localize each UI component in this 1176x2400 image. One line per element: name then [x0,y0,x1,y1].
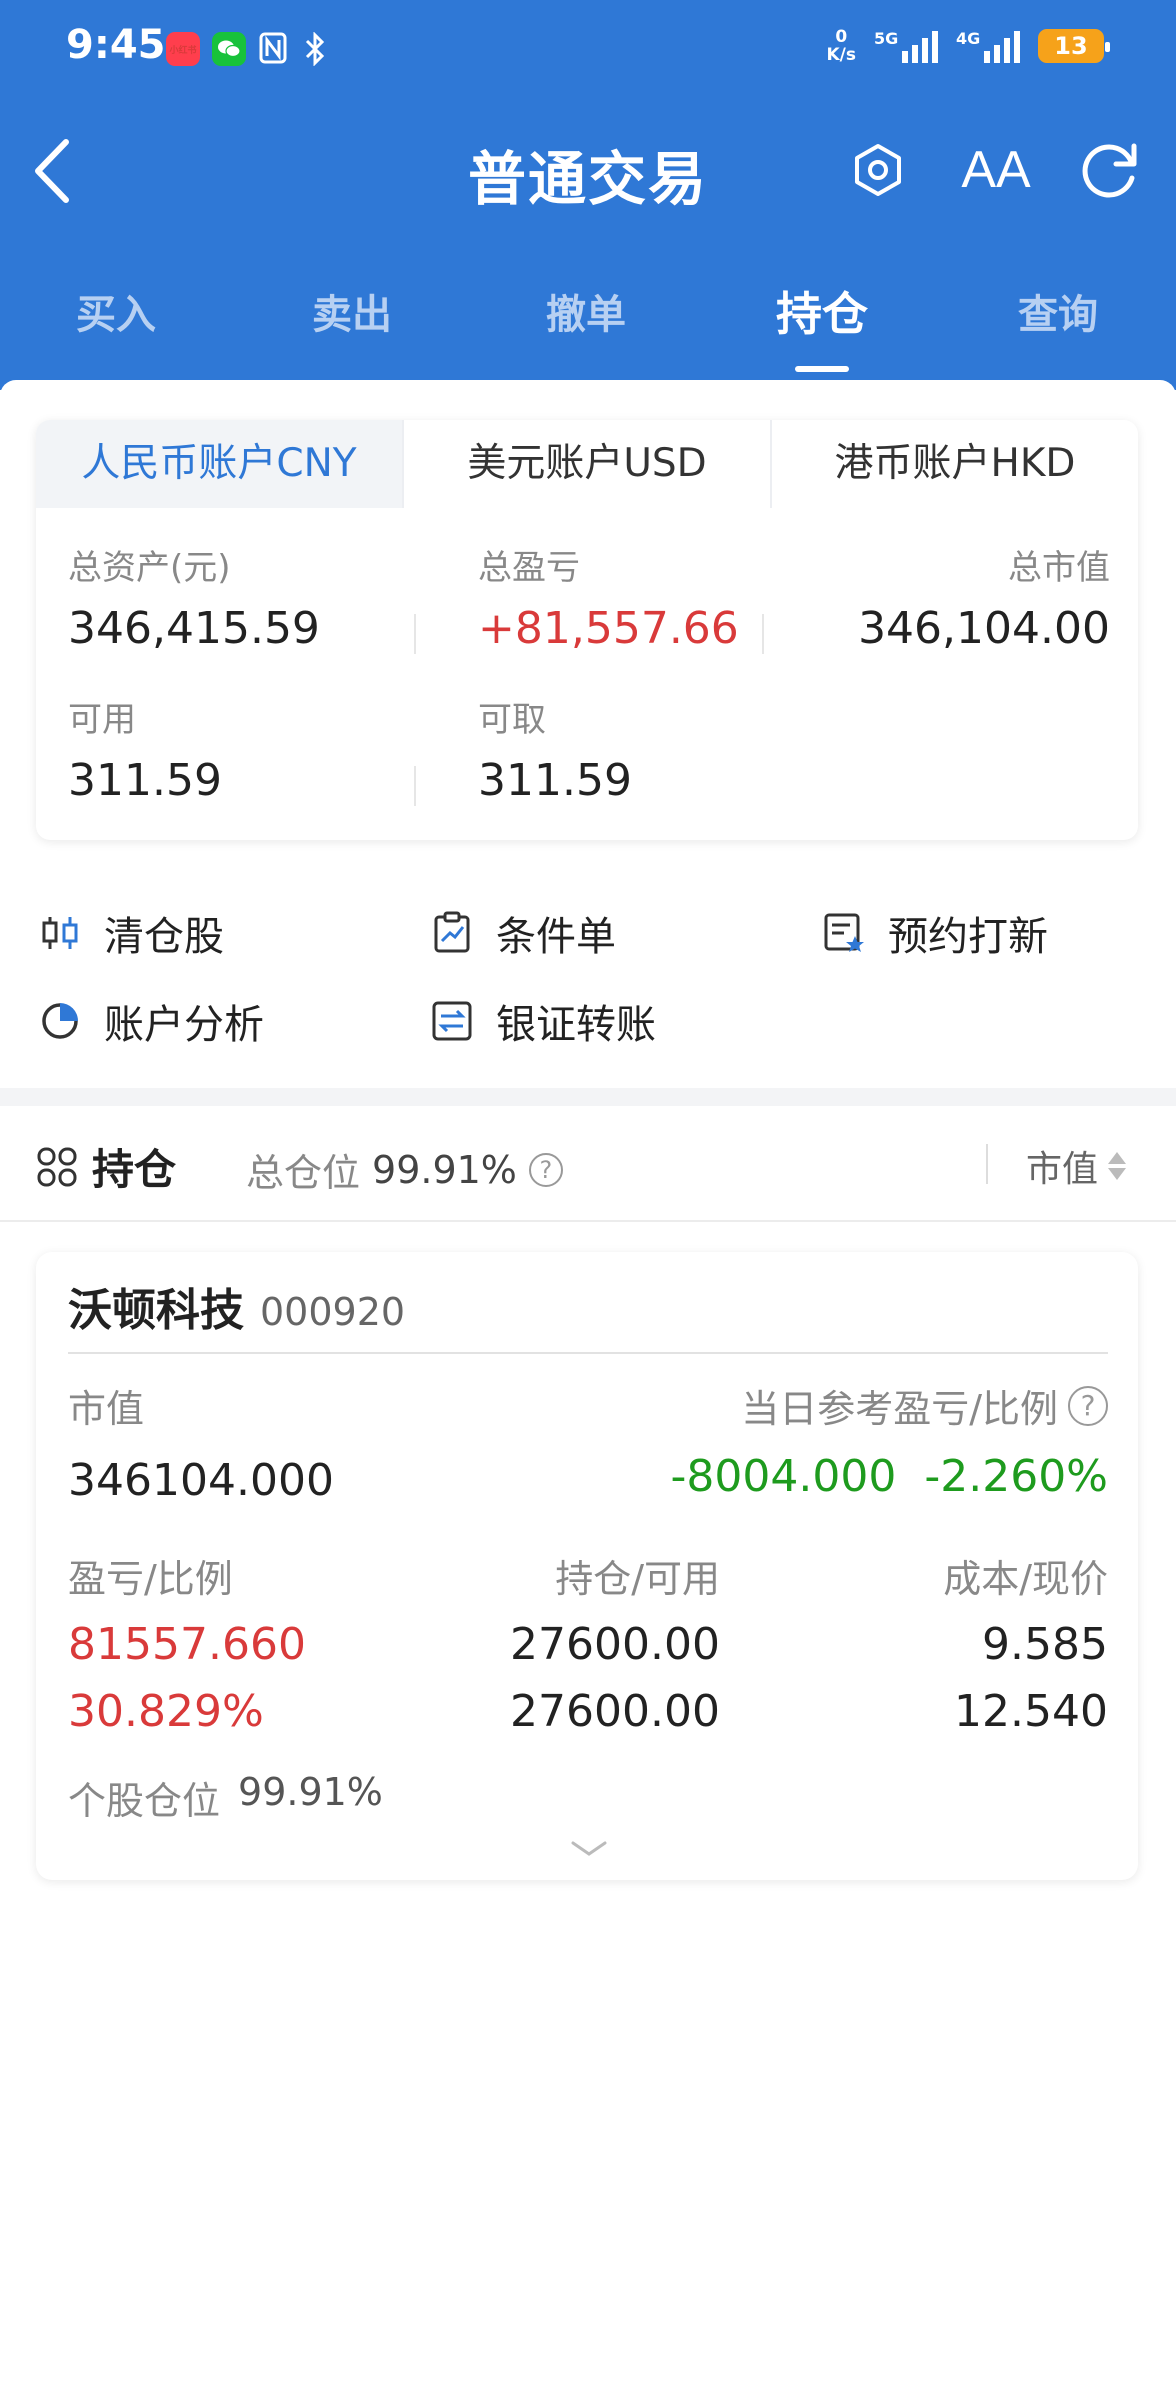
chevron-down-icon[interactable] [570,1840,608,1858]
status-right-icons: 0 K/s 5G 4G 13 [826,27,1110,65]
shortcut-conditional-order[interactable]: 条件单 [430,904,616,962]
shortcut-account-analysis[interactable]: 账户分析 [38,992,264,1050]
trade-tabs: 买入 卖出 撤单 持仓 查询 [0,270,1176,380]
main-content: 人民币账户CNY 美元账户USD 港币账户HKD 总资产(元) 346,415.… [0,380,1176,2400]
pie-chart-icon [42,1003,78,1039]
clipboard-chart-icon [434,911,470,953]
total-pnl: 总盈亏 +81,557.66 [478,548,739,654]
sort-by-market-value-button[interactable]: 市值 [1026,1140,1127,1192]
section-divider [0,1088,1176,1106]
tab-query[interactable]: 查询 [978,282,1138,340]
divider [414,766,416,806]
stock-daily-pnl: 当日参考盈亏/比例 ? -8004.000 -2.260% [670,1385,1108,1502]
app-header: 9:45 小红书 0 K/s 5G 4G 13 普通交易 AA 买入 卖出 撤单… [0,0,1176,390]
tab-cny-account[interactable]: 人民币账户CNY [36,420,402,508]
total-assets: 总资产(元) 346,415.59 [68,548,320,654]
signal-5g-icon: 5G [874,29,938,63]
divider [68,1352,1108,1354]
help-icon[interactable]: ? [528,1152,563,1187]
stock-cost-price: 成本/现价 9.585 12.540 [943,1557,1108,1737]
status-bar: 9:45 小红书 0 K/s 5G 4G 13 [0,0,1176,100]
grid-icon [37,1147,77,1186]
settings-hexagon-icon[interactable] [842,134,914,206]
divider [762,614,764,654]
account-summary-card: 人民币账户CNY 美元账户USD 港币账户HKD 总资产(元) 346,415.… [36,420,1138,840]
positions-header: 持仓 总仓位 99.91% ? 市值 [0,1106,1176,1222]
status-notification-icons: 小红书 [166,31,330,67]
active-tab-indicator [795,366,849,372]
tab-hkd-account[interactable]: 港币账户HKD [770,420,1138,508]
total-position-ratio: 总仓位 99.91% ? [246,1142,563,1197]
stock-weight: 个股仓位 99.91% [68,1770,383,1823]
nfc-icon [258,32,288,66]
tab-usd-account[interactable]: 美元账户USD [402,420,770,508]
divider [414,614,416,654]
divider [986,1144,988,1184]
stock-title: 沃顿科技 000920 [68,1285,406,1336]
xiaohongshu-icon: 小红书 [166,32,200,66]
candlestick-icon [42,917,78,949]
transfer-icon [432,1001,472,1041]
font-size-icon[interactable]: AA [960,134,1032,206]
calendar-star-icon [824,913,864,952]
tab-sell[interactable]: 卖出 [272,282,432,340]
stock-position-card[interactable]: 沃顿科技 000920 市值 346104.000 当日参考盈亏/比例 ? -8… [36,1252,1138,1880]
positions-title: 持仓 [36,1136,176,1197]
tab-positions[interactable]: 持仓 [742,278,902,344]
tab-cancel[interactable]: 撤单 [506,282,666,340]
wechat-icon [212,32,246,66]
shortcut-ipo-subscription[interactable]: 预约打新 [822,904,1048,962]
network-speed: 0 K/s [826,27,856,65]
sort-arrows-icon [1108,1152,1127,1180]
stock-pnl: 盈亏/比例 81557.660 30.829% [68,1557,306,1737]
battery-icon: 13 [1038,29,1110,63]
bluetooth-icon [300,31,330,67]
refresh-icon[interactable] [1074,134,1146,206]
available-funds: 可用 311.59 [68,700,222,806]
title-bar: 普通交易 AA [0,110,1176,230]
status-time: 9:45 [66,22,166,68]
help-icon[interactable]: ? [1068,1385,1108,1426]
signal-4g-icon: 4G [956,29,1020,63]
total-market-value: 总市值 346,104.00 [858,548,1110,654]
shortcut-grid: 清仓股 条件单 预约打新 账户分析 银证转账 [0,880,1176,1080]
shortcut-clear-stocks[interactable]: 清仓股 [38,904,224,962]
currency-tabs: 人民币账户CNY 美元账户USD 港币账户HKD [36,420,1138,508]
stock-holdings: 持仓/可用 27600.00 27600.00 [510,1557,720,1737]
shortcut-bank-transfer[interactable]: 银证转账 [430,992,656,1050]
stock-market-value: 市值 346104.000 [68,1387,334,1506]
withdrawable-funds: 可取 311.59 [478,700,632,806]
tab-buy[interactable]: 买入 [36,282,196,340]
